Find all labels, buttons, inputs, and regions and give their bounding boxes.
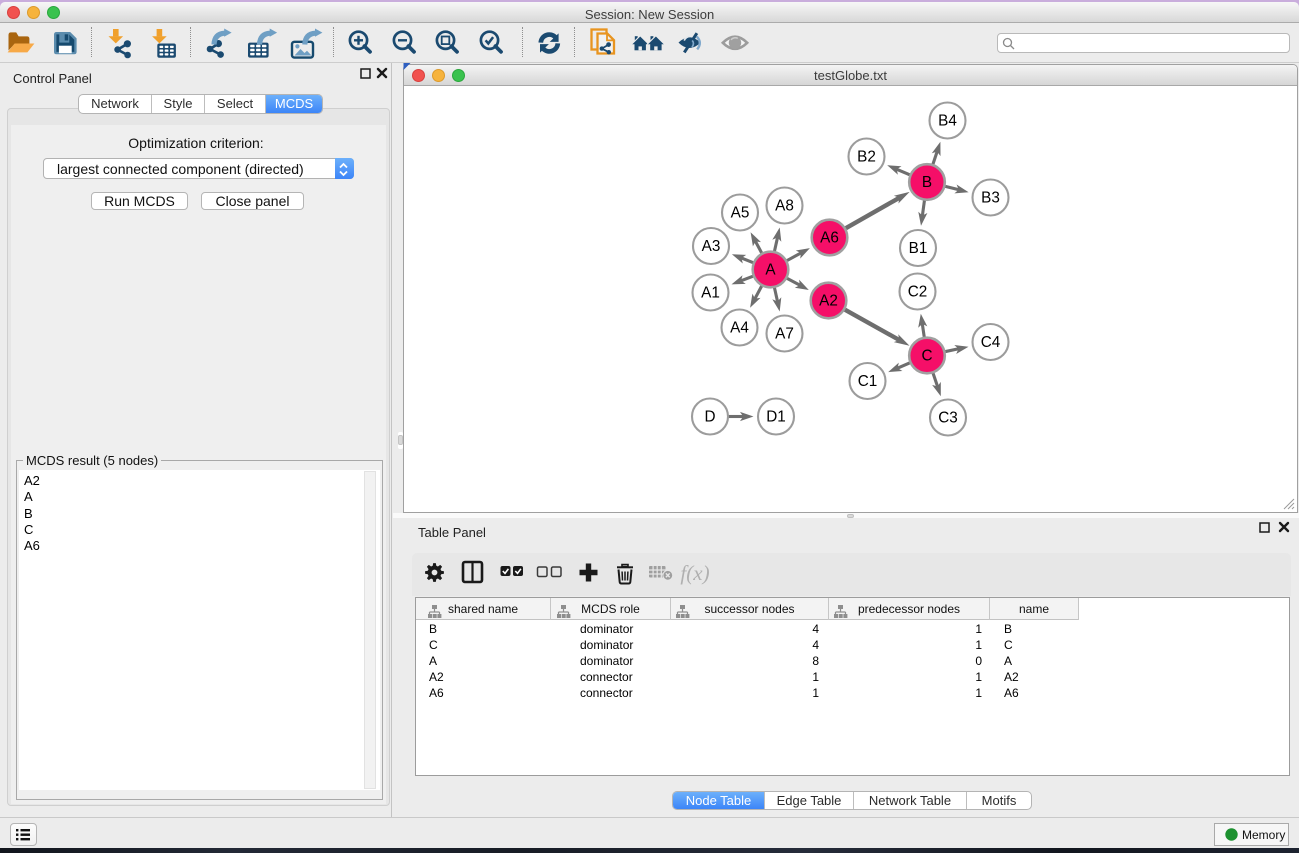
svg-text:C1: C1	[858, 373, 878, 390]
svg-text:B: B	[922, 174, 932, 191]
svg-text:D: D	[704, 409, 715, 426]
svg-text:C3: C3	[938, 410, 958, 427]
svg-text:B2: B2	[857, 149, 876, 166]
svg-text:A4: A4	[730, 320, 749, 337]
svg-text:A8: A8	[775, 198, 794, 215]
svg-text:A2: A2	[819, 293, 838, 310]
svg-text:C2: C2	[908, 284, 928, 301]
svg-text:C: C	[921, 348, 932, 365]
svg-text:A1: A1	[701, 285, 720, 302]
svg-text:C4: C4	[981, 334, 1001, 351]
svg-text:B4: B4	[938, 113, 957, 130]
svg-text:A7: A7	[775, 326, 794, 343]
svg-text:B3: B3	[981, 190, 1000, 207]
svg-text:A6: A6	[820, 230, 839, 247]
svg-text:f(x): f(x)	[680, 561, 709, 585]
svg-text:B1: B1	[909, 240, 928, 257]
svg-text:A3: A3	[702, 238, 721, 255]
svg-text:A: A	[765, 262, 776, 279]
svg-text:D1: D1	[766, 409, 786, 426]
svg-text:A5: A5	[731, 205, 750, 222]
